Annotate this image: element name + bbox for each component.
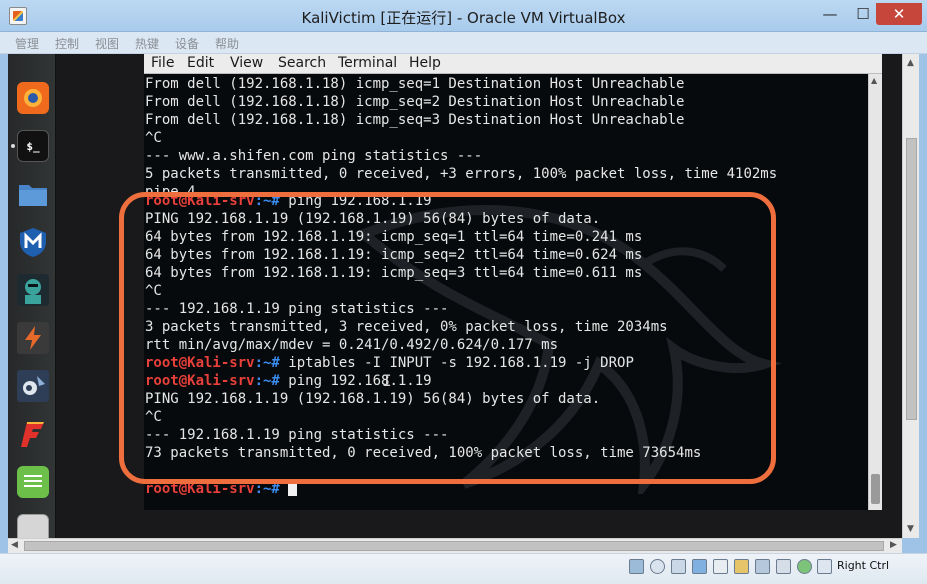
leafpad-icon[interactable] (17, 466, 49, 498)
terminal-scroll-thumb[interactable] (871, 474, 880, 504)
window-title: KaliVictim [正在运行] - Oracle VM VirtualBox (301, 9, 626, 27)
audio-icon[interactable] (671, 559, 686, 574)
optical-drive-icon[interactable] (650, 559, 665, 574)
vbox-statusbar: Right Ctrl (0, 553, 927, 584)
kali-dock: $_ (8, 54, 56, 538)
burpsuite-icon[interactable] (17, 322, 49, 354)
terminal-output-line: From dell (192.168.1.18) icmp_seq=1 Dest… (145, 75, 868, 93)
vm-horizontal-scrollbar[interactable]: ◀ ▶ (8, 538, 902, 553)
terminal-menu-search[interactable]: Search (278, 55, 326, 71)
scroll-right-arrow-icon[interactable]: ▶ (890, 540, 897, 550)
host-key-label: Right Ctrl (837, 559, 890, 572)
mouse-ibeam-cursor-icon: I (382, 371, 392, 390)
scroll-up-arrow-icon[interactable]: ▲ (907, 58, 914, 68)
output-text: From dell (192.168.1.18) icmp_seq=1 Dest… (145, 76, 685, 92)
armitage-icon[interactable] (17, 274, 49, 306)
output-text: ^C (145, 130, 162, 146)
vm-vertical-scroll-thumb[interactable] (906, 138, 917, 420)
scroll-up-arrow-icon[interactable]: ▲ (871, 76, 877, 85)
shared-folders-icon[interactable] (734, 559, 749, 574)
output-text: 5 packets transmitted, 0 received, +3 er… (145, 166, 778, 182)
menu-machine[interactable]: 管理 (15, 35, 39, 52)
terminal-menu-edit[interactable]: Edit (187, 55, 214, 71)
vm-vertical-scrollbar[interactable]: ▲ ▼ (902, 54, 919, 538)
display-icon[interactable] (755, 559, 770, 574)
scroll-left-arrow-icon[interactable]: ◀ (11, 540, 18, 550)
terminal-output-line: 5 packets transmitted, 0 received, +3 er… (145, 165, 868, 183)
show-apps-icon[interactable] (17, 514, 49, 538)
output-text: From dell (192.168.1.18) icmp_seq=3 Dest… (145, 112, 685, 128)
terminal-output-line: From dell (192.168.1.18) icmp_seq=3 Dest… (145, 111, 868, 129)
menu-view[interactable]: 视图 (95, 35, 119, 52)
terminal-menu-view[interactable]: View (230, 55, 263, 71)
hdd-icon[interactable] (629, 559, 644, 574)
menu-control[interactable]: 控制 (55, 35, 79, 52)
annotation-highlight-box (119, 192, 776, 484)
beef-icon[interactable] (17, 370, 49, 402)
window-titlebar[interactable]: KaliVictim [正在运行] - Oracle VM VirtualBox… (0, 0, 927, 32)
terminal-output-line: --- www.a.shifen.com ping statistics --- (145, 147, 868, 165)
maximize-button[interactable]: ☐ (851, 3, 875, 25)
terminal-menu-terminal[interactable]: Terminal (338, 55, 397, 71)
guest-display[interactable]: $_ File Edit View Search Terminal Help F… (8, 54, 917, 538)
menu-hotkeys[interactable]: 热键 (135, 35, 159, 52)
terminal-menu-file[interactable]: File (151, 55, 174, 71)
terminal-scrollbar[interactable]: ▲ (868, 74, 882, 510)
terminal-output-line: pipe 4 (145, 183, 868, 192)
minimize-button[interactable]: — (818, 3, 842, 25)
menu-devices[interactable]: 设备 (175, 35, 199, 52)
vbox-menubar: 管理 控制 视图 热键 设备 帮助 (0, 32, 927, 54)
firefox-icon[interactable] (17, 82, 49, 114)
metasploit-icon[interactable] (17, 226, 49, 258)
output-text: --- www.a.shifen.com ping statistics --- (145, 148, 483, 164)
terminal-output-line: ^C (145, 129, 868, 147)
faraday-icon[interactable] (17, 418, 49, 450)
terminal-output-line: From dell (192.168.1.18) icmp_seq=2 Dest… (145, 93, 868, 111)
network-icon[interactable] (692, 559, 707, 574)
terminal-icon[interactable]: $_ (11, 130, 49, 162)
close-button[interactable]: ✕ (876, 3, 922, 25)
scroll-down-arrow-icon[interactable]: ▼ (907, 524, 914, 534)
menu-help[interactable]: 帮助 (215, 35, 239, 52)
terminal-menubar: File Edit View Search Terminal Help (144, 54, 882, 74)
output-text: From dell (192.168.1.18) icmp_seq=2 Dest… (145, 94, 685, 110)
mouse-integration-icon[interactable] (797, 559, 812, 574)
usb-icon[interactable] (713, 559, 728, 574)
video-capture-icon[interactable] (776, 559, 791, 574)
files-icon[interactable] (17, 178, 49, 210)
terminal-menu-help[interactable]: Help (409, 55, 441, 71)
output-text: pipe 4 (145, 184, 196, 192)
keyboard-icon[interactable] (817, 559, 832, 574)
vm-horizontal-scroll-thumb[interactable] (24, 541, 884, 551)
